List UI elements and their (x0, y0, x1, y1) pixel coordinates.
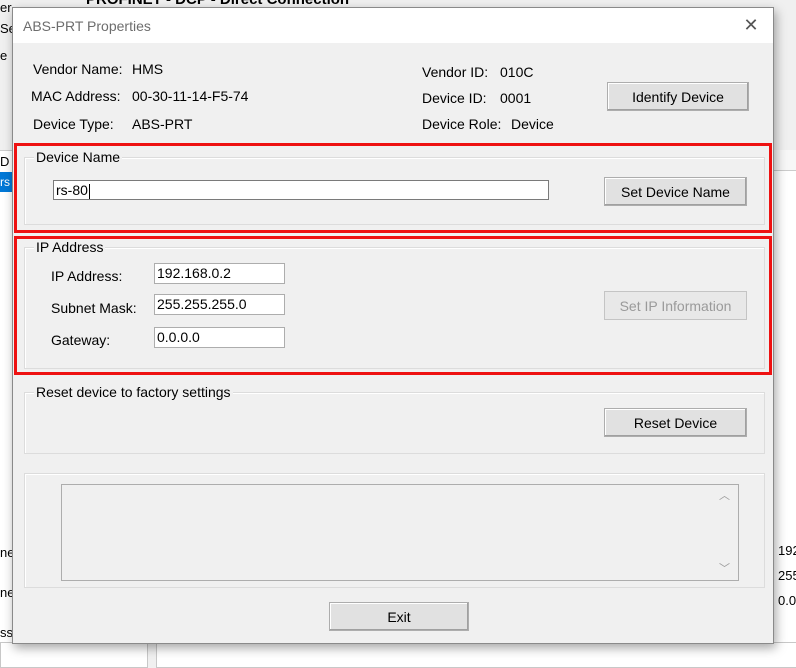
background-selected-row[interactable]: rs (0, 172, 12, 192)
background-list-header-right (772, 150, 796, 170)
highlight-box-ip-address (14, 236, 772, 375)
device-role-label: Device Role: (422, 116, 502, 132)
vendor-id-value: 010C (500, 64, 534, 80)
reset-device-button[interactable]: Reset Device (604, 408, 747, 437)
properties-dialog: ABS-PRT Properties ✕ Vendor Name: HMS MA… (12, 7, 774, 644)
scroll-up-icon[interactable]: ︿ (719, 487, 730, 503)
background-list-header: D (0, 154, 10, 169)
scroll-down-icon[interactable]: ﹀ (719, 560, 730, 576)
highlight-box-device-name (14, 143, 772, 233)
identify-device-button[interactable]: Identify Device (607, 82, 749, 111)
background-bottom-field (156, 642, 796, 668)
vendor-id-label: Vendor ID: (422, 64, 489, 80)
exit-button[interactable]: Exit (329, 602, 469, 631)
device-type-value: ABS-PRT (132, 116, 193, 132)
background-device-list[interactable] (0, 150, 12, 507)
background-right-text: 255 (778, 568, 796, 583)
reset-device-group-label: Reset device to factory settings (34, 384, 233, 400)
device-type-label: Device Type: (33, 116, 114, 132)
background-list-right (772, 170, 796, 507)
background-left-text: er (0, 0, 12, 15)
device-role-value: Device (511, 116, 554, 132)
vendor-name-value: HMS (132, 61, 164, 77)
dialog-title: ABS-PRT Properties (23, 18, 151, 34)
background-right-text: 192 (778, 543, 796, 558)
device-id-value: 0001 (500, 90, 532, 106)
status-log-textarea[interactable]: ︿ ﹀ (61, 484, 739, 581)
mac-address-label: MAC Address: (31, 88, 121, 104)
background-right-text: 0.0 (778, 593, 796, 608)
background-left-text: e (0, 48, 8, 63)
mac-address-value: 00-30-11-14-F5-74 (132, 88, 249, 104)
vendor-name-label: Vendor Name: (33, 61, 123, 77)
close-icon[interactable]: ✕ (729, 8, 773, 43)
dialog-titlebar[interactable]: ABS-PRT Properties ✕ (13, 8, 773, 43)
background-bottom-field (0, 642, 148, 668)
device-id-label: Device ID: (422, 90, 487, 106)
